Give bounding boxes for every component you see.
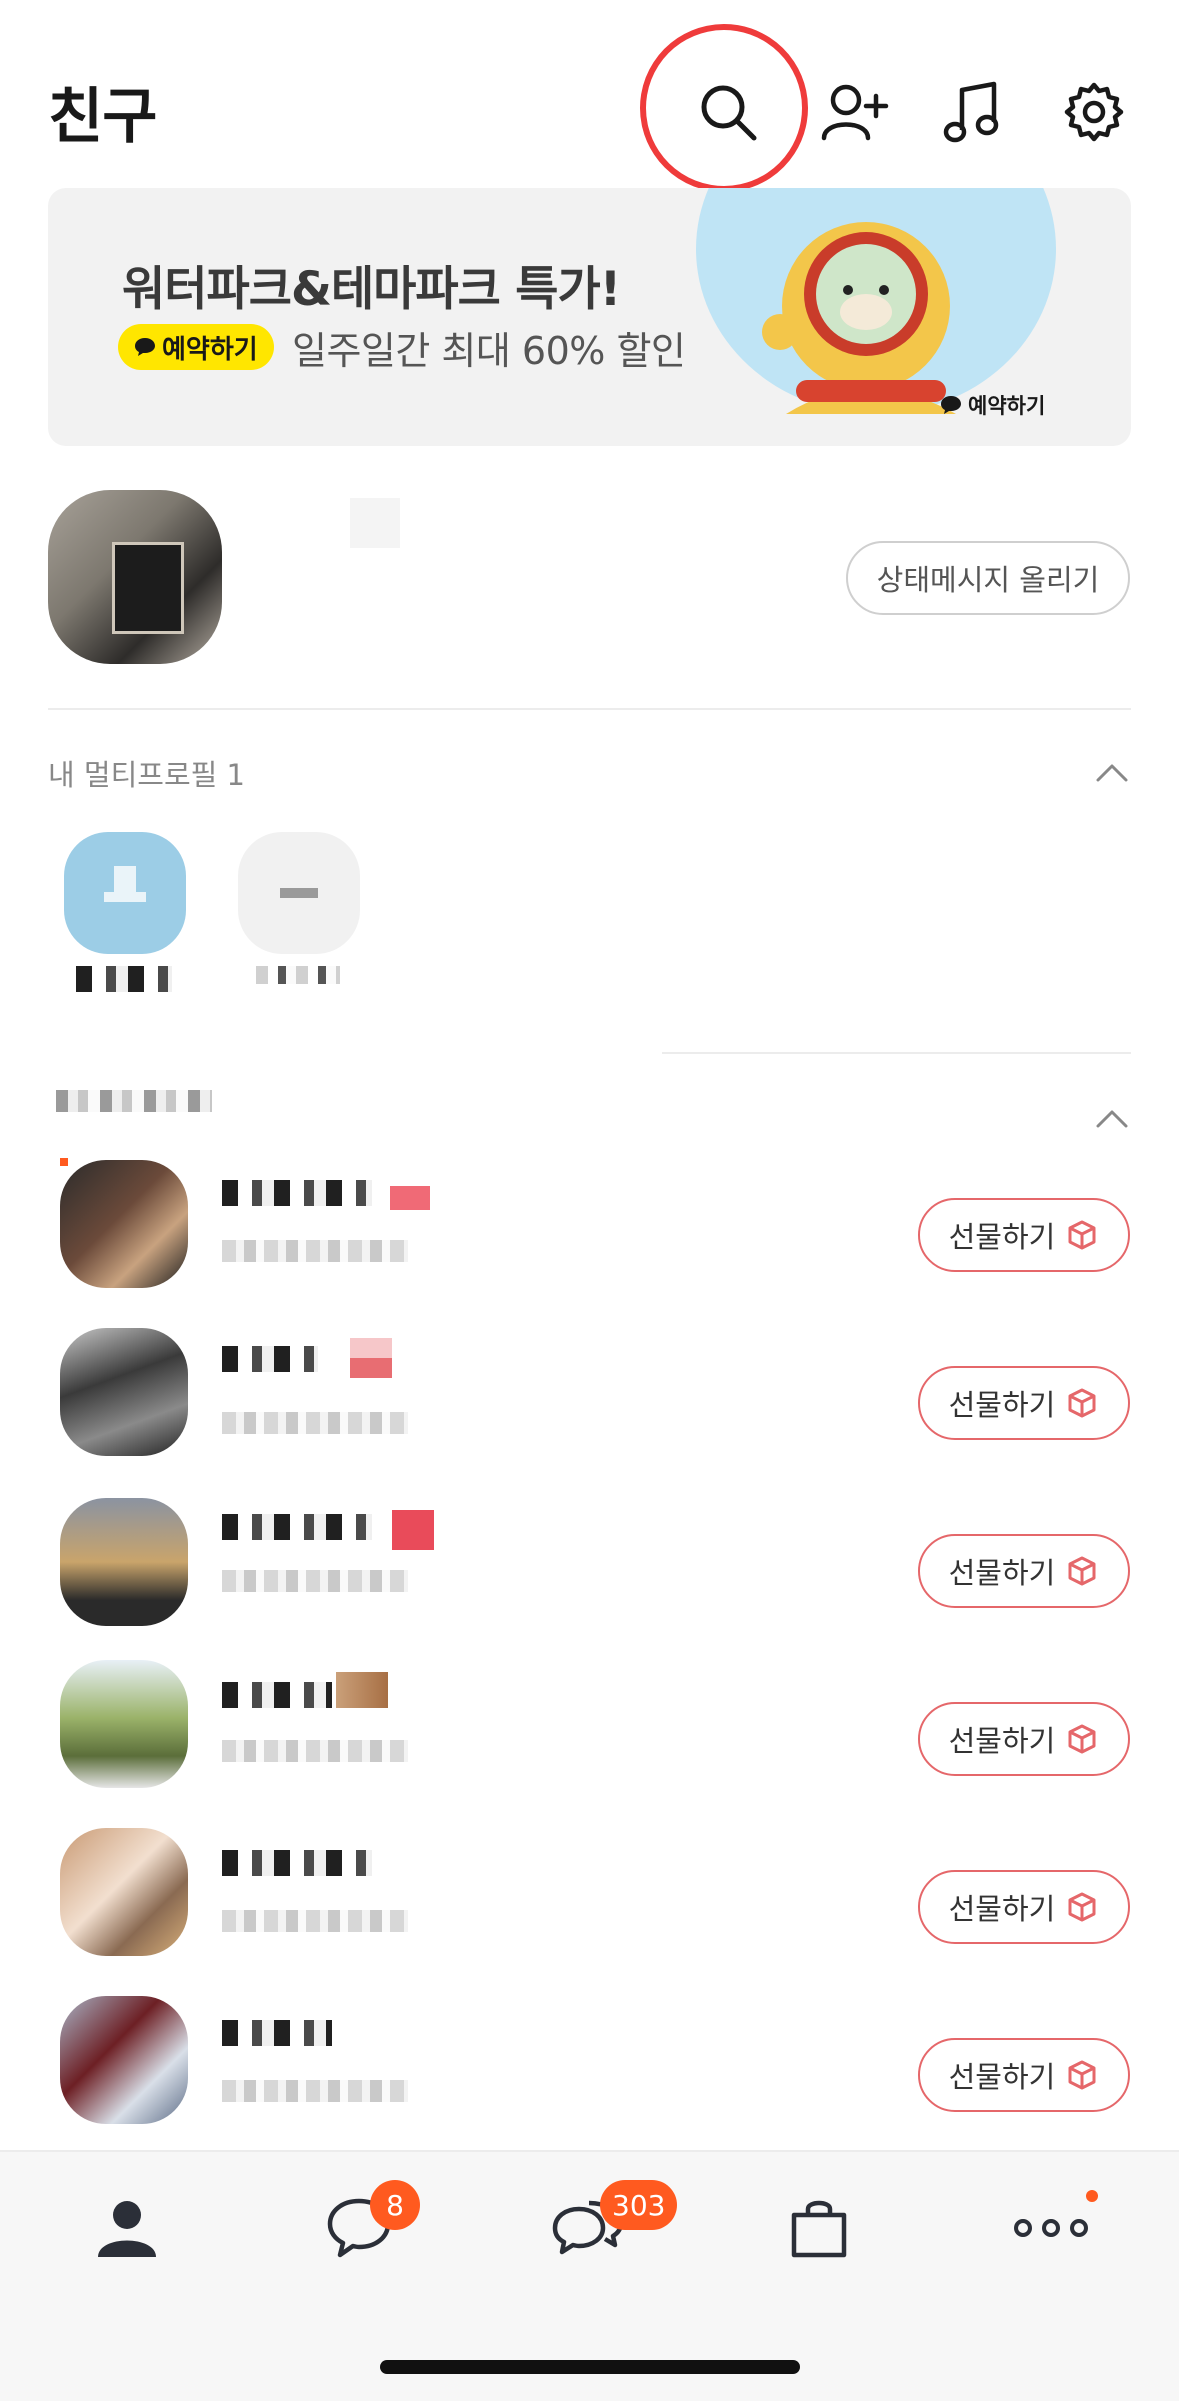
gift-icon xyxy=(1068,1892,1096,1922)
friend-name[interactable] xyxy=(222,1180,372,1206)
banner-reserve-text: 예약하기 xyxy=(968,394,1046,418)
status-message-button[interactable]: 상태메시지 올리기 xyxy=(846,541,1130,615)
reserve-pill: 예약하기 xyxy=(118,324,274,370)
gift-icon xyxy=(1068,1556,1096,1586)
person-icon xyxy=(98,2201,156,2257)
home-indicator[interactable] xyxy=(380,2360,800,2374)
page-title: 친구 xyxy=(48,82,157,152)
friend-name[interactable] xyxy=(222,1514,372,1540)
banner-illustration xyxy=(696,188,1056,414)
friends-section-label xyxy=(56,1090,212,1112)
multi-profile-avatar[interactable] xyxy=(64,832,186,954)
gift-button-label: 선물하기 xyxy=(948,2060,1056,2094)
friend-avatar[interactable] xyxy=(60,1160,188,1288)
friend-avatar[interactable] xyxy=(60,1660,188,1788)
section-divider xyxy=(662,1052,1131,1054)
friend-avatar[interactable] xyxy=(60,1828,188,1956)
friend-avatar[interactable] xyxy=(60,1328,188,1456)
friend-name[interactable] xyxy=(222,1346,318,1372)
gift-button-label: 선물하기 xyxy=(948,1220,1056,1254)
friend-name[interactable] xyxy=(222,2020,332,2046)
gift-button-label: 선물하기 xyxy=(948,1892,1056,1926)
friend-emoji xyxy=(392,1510,434,1550)
add-friend-button[interactable] xyxy=(808,66,900,158)
gift-icon xyxy=(1068,1724,1096,1754)
friend-status xyxy=(222,1412,408,1434)
friend-status xyxy=(222,1740,408,1762)
chat-bubble-icon xyxy=(135,338,155,356)
more-dots-icon xyxy=(1014,2219,1088,2237)
gift-button[interactable]: 선물하기 xyxy=(918,1198,1130,1272)
promo-banner[interactable]: 워터파크&테마파크 특가! 예약하기 일주일간 최대 60% 할인 예약하기 xyxy=(48,188,1131,446)
gift-icon xyxy=(1068,2060,1096,2090)
friend-name[interactable] xyxy=(222,1850,372,1876)
my-profile-avatar[interactable] xyxy=(48,490,222,664)
friend-status xyxy=(222,1240,408,1262)
gift-button[interactable]: 선물하기 xyxy=(918,2038,1130,2112)
friend-status xyxy=(222,1910,408,1932)
gift-icon xyxy=(1068,1388,1096,1418)
chat-bubble-icon xyxy=(941,396,961,414)
add-multi-profile-avatar[interactable] xyxy=(238,832,360,954)
banner-subtitle: 일주일간 최대 60% 할인 xyxy=(292,329,686,373)
multi-profile-label: 내 멀티프로필 1 xyxy=(48,758,245,792)
friend-avatar[interactable] xyxy=(60,1996,188,2124)
gift-icon xyxy=(1068,1220,1096,1250)
chevron-up-icon[interactable] xyxy=(1092,1098,1132,1138)
nav-friends[interactable] xyxy=(72,2178,182,2278)
friend-status xyxy=(222,2080,408,2102)
gift-button[interactable]: 선물하기 xyxy=(918,1366,1130,1440)
gift-button[interactable]: 선물하기 xyxy=(918,1870,1130,1944)
nav-shopping[interactable] xyxy=(764,2178,874,2278)
my-profile-name[interactable] xyxy=(350,498,400,548)
friend-status xyxy=(222,1570,408,1592)
add-multi-profile-caption xyxy=(256,966,340,984)
new-indicator-dot xyxy=(60,1158,68,1166)
music-button[interactable] xyxy=(926,66,1018,158)
friend-avatar[interactable] xyxy=(60,1498,188,1626)
friend-name[interactable] xyxy=(222,1682,332,1708)
banner-reserve-label: 예약하기 xyxy=(940,390,1045,420)
gear-icon xyxy=(1064,82,1124,142)
shopping-bag-icon xyxy=(791,2200,847,2258)
chevron-up-icon[interactable] xyxy=(1092,752,1132,792)
gift-button[interactable]: 선물하기 xyxy=(918,1702,1130,1776)
more-new-dot xyxy=(1086,2190,1098,2202)
annotation-circle xyxy=(624,8,824,208)
friend-emoji xyxy=(336,1672,388,1708)
friend-emoji xyxy=(350,1338,392,1378)
gift-button-label: 선물하기 xyxy=(948,1556,1056,1590)
gift-button-label: 선물하기 xyxy=(948,1388,1056,1422)
friend-emoji xyxy=(390,1186,430,1210)
multi-profile-name xyxy=(76,966,172,992)
settings-button[interactable] xyxy=(1048,66,1140,158)
music-icon xyxy=(943,81,999,143)
banner-title: 워터파크&테마파크 특가! xyxy=(122,262,621,317)
reserve-pill-label: 예약하기 xyxy=(162,334,258,365)
chats-unread-badge: 8 xyxy=(370,2180,420,2230)
section-divider xyxy=(48,708,1131,710)
add-friend-icon xyxy=(821,84,889,141)
openchat-unread-badge: 303 xyxy=(600,2180,678,2230)
gift-button[interactable]: 선물하기 xyxy=(918,1534,1130,1608)
gift-button-label: 선물하기 xyxy=(948,1724,1056,1758)
